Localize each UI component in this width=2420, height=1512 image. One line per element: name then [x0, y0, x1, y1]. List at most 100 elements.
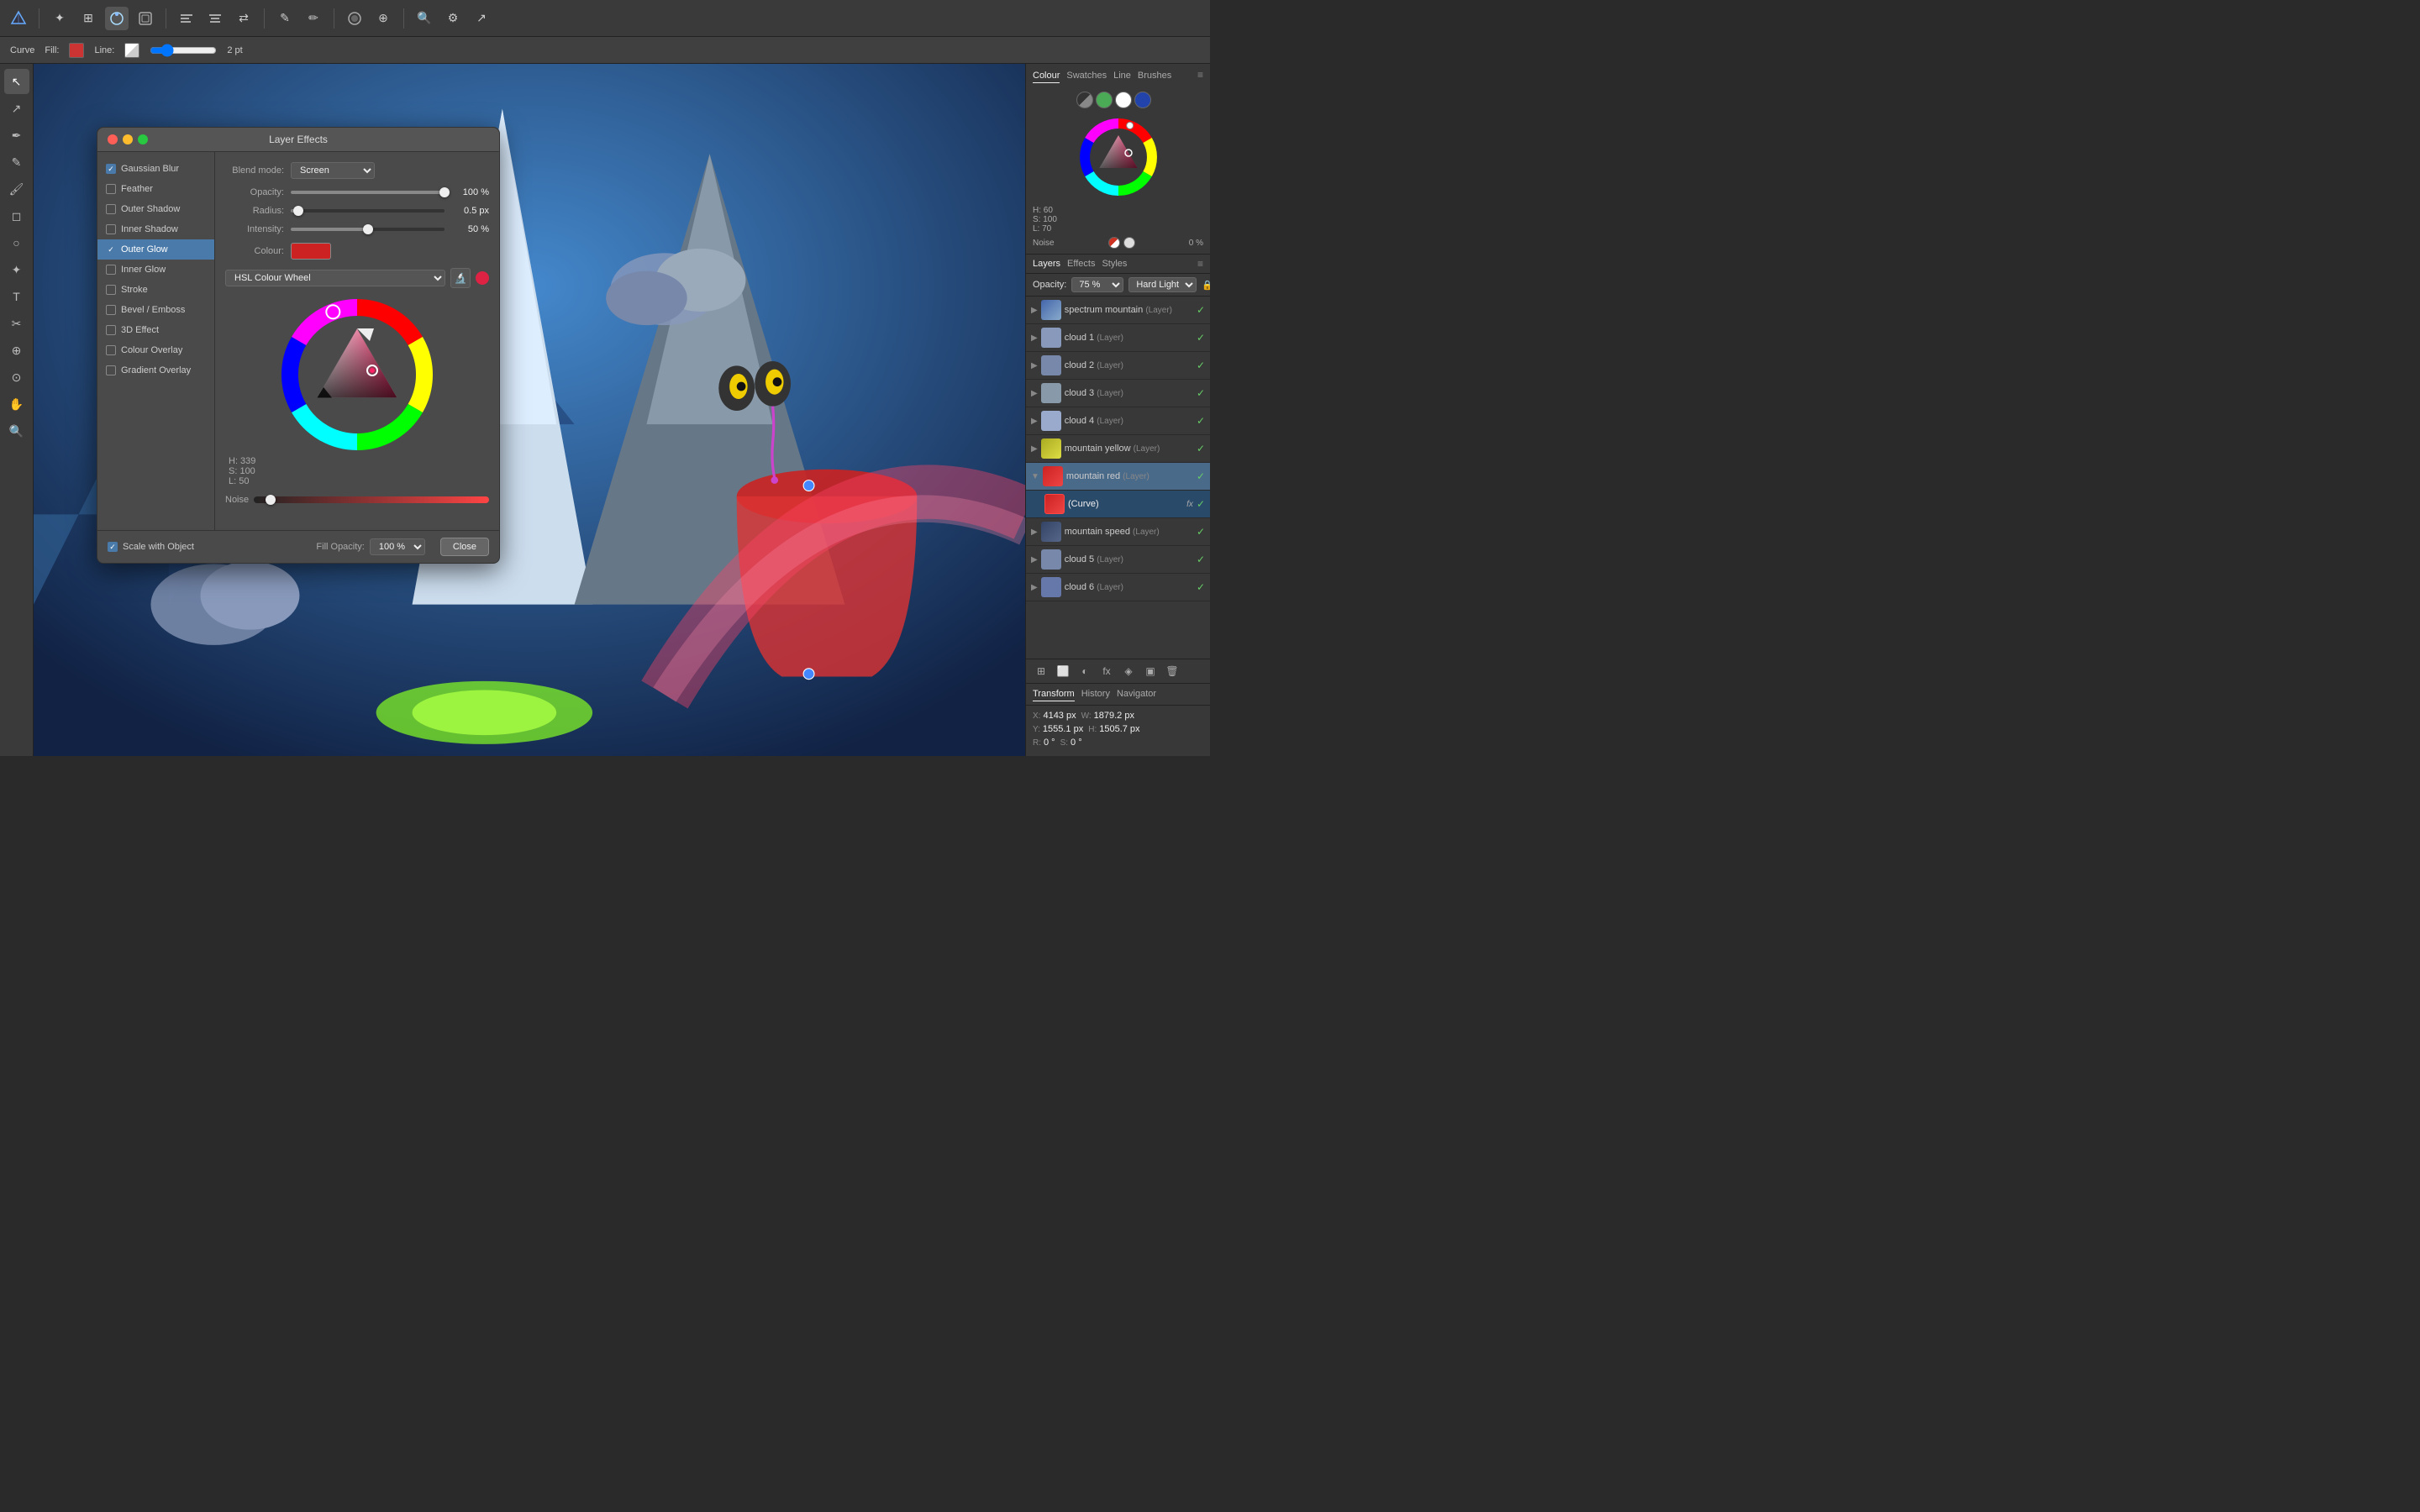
layer-expand-arrow[interactable]: ▶ [1031, 583, 1038, 592]
pan-tool[interactable]: ✋ [4, 391, 29, 417]
swatches-tab[interactable]: Swatches [1066, 69, 1107, 83]
ellipse-tool[interactable]: ○ [4, 230, 29, 255]
add-pixel-icon[interactable]: ⬜ [1055, 663, 1071, 680]
layer-expand-arrow[interactable]: ▶ [1031, 306, 1038, 315]
align-left-icon[interactable] [175, 7, 198, 30]
layer-cloud-2[interactable]: ▶ cloud 2 (Layer) ✓ [1026, 352, 1210, 380]
blend-mode-select[interactable]: Screen Normal Multiply Overlay [291, 162, 375, 179]
layer-visibility-cloud2[interactable]: ✓ [1197, 360, 1205, 371]
blue-swatch[interactable] [1134, 92, 1151, 108]
hsl-color-wheel[interactable] [277, 295, 437, 454]
opacity-slider[interactable] [291, 191, 445, 194]
close-button[interactable]: Close [440, 538, 489, 556]
feather-checkbox[interactable] [106, 184, 116, 194]
line-swatch[interactable] [124, 43, 139, 58]
layers-tab[interactable]: Layers [1033, 259, 1060, 269]
add-layer-icon[interactable]: ⊞ [1033, 663, 1050, 680]
layer-mountain-red[interactable]: ▼ mountain red (Layer) ✓ [1026, 463, 1210, 491]
noise-slider[interactable] [254, 496, 489, 503]
add-adjustment-icon[interactable]: ◈ [1120, 663, 1137, 680]
effect-outer-shadow[interactable]: Outer Shadow [97, 199, 214, 219]
layer-cloud-5[interactable]: ▶ cloud 5 (Layer) ✓ [1026, 546, 1210, 574]
shape-tool[interactable]: ◻ [4, 203, 29, 228]
effect-inner-shadow[interactable]: Inner Shadow [97, 219, 214, 239]
panel-menu-icon[interactable]: ≡ [1197, 69, 1203, 83]
layer-visibility-cloud6[interactable]: ✓ [1197, 581, 1205, 593]
layer-visibility-mountain-speed[interactable]: ✓ [1197, 526, 1205, 538]
outer-glow-checkbox[interactable]: ✓ [106, 244, 116, 255]
maximize-window-dot[interactable] [138, 134, 148, 144]
brush-tool[interactable]: 🖌 [4, 176, 29, 202]
fill-opacity-select[interactable]: 100 % 75 % 50 % [370, 538, 425, 555]
effect-3d[interactable]: 3D Effect [97, 320, 214, 340]
pencil-icon[interactable]: ✏ [302, 7, 325, 30]
styles-tab[interactable]: Styles [1102, 259, 1127, 269]
align-center-icon[interactable] [203, 7, 227, 30]
zoom-tool[interactable]: ⊕ [4, 338, 29, 363]
layer-curve[interactable]: (Curve) fx ✓ [1026, 491, 1210, 518]
zoom-icon[interactable]: ⊕ [371, 7, 395, 30]
layer-expand-arrow[interactable]: ▶ [1031, 444, 1038, 454]
share-icon[interactable]: ↗ [470, 7, 493, 30]
layer-visibility-curve[interactable]: ✓ [1197, 498, 1205, 510]
search-icon[interactable]: 🔍 [413, 7, 436, 30]
noise-color-icon[interactable] [1108, 237, 1120, 249]
inner-shadow-checkbox[interactable] [106, 224, 116, 234]
node-icon[interactable] [105, 7, 129, 30]
color-picker-icon[interactable] [343, 7, 366, 30]
hsl-wheel-svg[interactable] [277, 295, 437, 454]
effect-inner-glow[interactable]: Inner Glow [97, 260, 214, 280]
canvas-area[interactable]: Layer Effects ✓ Gaussian Blur Feather O [34, 64, 1025, 756]
layers-blend-select[interactable]: Hard Light Normal Multiply Screen [1128, 277, 1197, 292]
layer-visibility-cloud5[interactable]: ✓ [1197, 554, 1205, 565]
layer-visibility-mountain-yellow[interactable]: ✓ [1197, 443, 1205, 454]
add-mask-icon[interactable]: ◐ [1076, 663, 1093, 680]
effect-stroke[interactable]: Stroke [97, 280, 214, 300]
brushes-tab[interactable]: Brushes [1138, 69, 1171, 83]
right-panel-color-wheel[interactable] [1076, 115, 1160, 199]
green-swatch[interactable] [1096, 92, 1113, 108]
effect-gaussian-blur[interactable]: ✓ Gaussian Blur [97, 159, 214, 179]
star-tool[interactable]: ✦ [4, 257, 29, 282]
layer-cloud-4[interactable]: ▶ cloud 4 (Layer) ✓ [1026, 407, 1210, 435]
intensity-slider[interactable] [291, 228, 445, 231]
effect-outer-glow[interactable]: ✓ Outer Glow [97, 239, 214, 260]
layer-expand-arrow[interactable]: ▶ [1031, 333, 1038, 343]
text-tool[interactable]: T [4, 284, 29, 309]
effect-feather[interactable]: Feather [97, 179, 214, 199]
layer-visibility-mountain-red[interactable]: ✓ [1197, 470, 1205, 482]
settings-icon[interactable]: ⚙ [441, 7, 465, 30]
black-swatch[interactable] [1076, 92, 1093, 108]
select-tool[interactable]: ↖ [4, 69, 29, 94]
layer-expand-arrow[interactable]: ▼ [1031, 472, 1039, 481]
colour-swatch[interactable] [291, 243, 331, 260]
transform-tab[interactable]: Transform [1033, 687, 1075, 701]
layer-cloud-1[interactable]: ▶ cloud 1 (Layer) ✓ [1026, 324, 1210, 352]
layer-expand-arrow[interactable]: ▶ [1031, 555, 1038, 564]
scissors-tool[interactable]: ✂ [4, 311, 29, 336]
history-tab[interactable]: History [1081, 687, 1110, 701]
gradient-overlay-checkbox[interactable] [106, 365, 116, 375]
color-model-select[interactable]: HSL Colour Wheel RGB Sliders CMYK Slider… [225, 270, 445, 286]
colour-overlay-checkbox[interactable] [106, 345, 116, 355]
effects-tab[interactable]: Effects [1067, 259, 1095, 269]
pencil-tool[interactable]: ✎ [4, 150, 29, 175]
export-icon[interactable] [134, 7, 157, 30]
effect-bevel-emboss[interactable]: Bevel / Emboss [97, 300, 214, 320]
layer-cloud-6[interactable]: ▶ cloud 6 (Layer) ✓ [1026, 574, 1210, 601]
close-window-dot[interactable] [108, 134, 118, 144]
colour-tab[interactable]: Colour [1033, 69, 1060, 83]
grid-icon[interactable]: ⊞ [76, 7, 100, 30]
effect-gradient-overlay[interactable]: Gradient Overlay [97, 360, 214, 381]
3d-effect-checkbox[interactable] [106, 325, 116, 335]
pen-icon[interactable]: ✎ [273, 7, 297, 30]
stroke-checkbox[interactable] [106, 285, 116, 295]
layer-expand-arrow[interactable]: ▶ [1031, 389, 1038, 398]
layer-expand-arrow[interactable]: ▶ [1031, 528, 1038, 537]
minimize-window-dot[interactable] [123, 134, 133, 144]
layer-expand-arrow[interactable]: ▶ [1031, 361, 1038, 370]
delete-layer-icon[interactable]: 🗑 [1164, 663, 1181, 680]
transform-icon[interactable]: ⇄ [232, 7, 255, 30]
layer-visibility-cloud4[interactable]: ✓ [1197, 415, 1205, 427]
lock-icon[interactable]: 🔒 [1202, 280, 1210, 291]
